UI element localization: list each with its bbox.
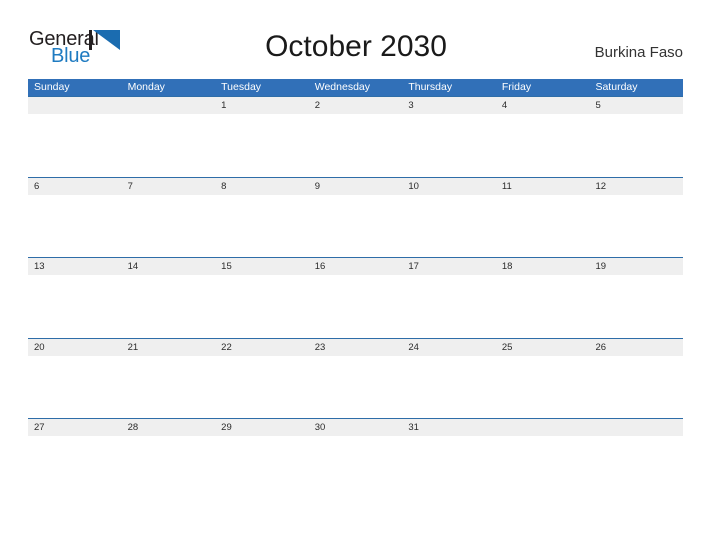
- day-event-area[interactable]: [309, 275, 403, 338]
- day-number[interactable]: 27: [28, 419, 122, 436]
- calendar-table: Sunday Monday Tuesday Wednesday Thursday…: [28, 79, 683, 499]
- week-date-strip: 13 14 15 16 17 18 19: [28, 258, 683, 275]
- day-event-area[interactable]: [309, 114, 403, 177]
- day-number[interactable]: [122, 97, 216, 114]
- week-row: 1 2 3 4 5: [28, 96, 683, 177]
- day-event-area[interactable]: [309, 195, 403, 258]
- day-event-area[interactable]: [309, 436, 403, 499]
- day-event-area[interactable]: [589, 275, 683, 338]
- day-number[interactable]: 18: [496, 258, 590, 275]
- weekday-header-saturday: Saturday: [595, 81, 638, 93]
- day-number[interactable]: 21: [122, 339, 216, 356]
- country-label: Burkina Faso: [594, 44, 683, 61]
- day-number[interactable]: 3: [402, 97, 496, 114]
- weekday-header-sunday: Sunday: [34, 81, 70, 93]
- day-number[interactable]: 23: [309, 339, 403, 356]
- day-number[interactable]: 30: [309, 419, 403, 436]
- weekday-header-friday: Friday: [501, 81, 532, 93]
- day-event-area[interactable]: [215, 436, 309, 499]
- weekday-header-tuesday: Tuesday: [221, 81, 262, 93]
- day-event-area[interactable]: [122, 195, 216, 258]
- day-number[interactable]: 24: [402, 339, 496, 356]
- day-event-area[interactable]: [28, 114, 122, 177]
- day-event-area[interactable]: [402, 195, 496, 258]
- day-event-area[interactable]: [496, 436, 590, 499]
- day-number[interactable]: [589, 419, 683, 436]
- week-body: [28, 436, 683, 499]
- day-number[interactable]: 25: [496, 339, 590, 356]
- page-header: General Blue October 2030 Burkina Faso: [0, 0, 712, 66]
- week-date-strip: 6 7 8 9 10 11 12: [28, 177, 683, 195]
- day-number[interactable]: 6: [28, 178, 122, 195]
- day-number[interactable]: 14: [122, 258, 216, 275]
- week-date-strip: 20 21 22 23 24 25 26: [28, 338, 683, 356]
- day-number[interactable]: 31: [402, 419, 496, 436]
- day-number[interactable]: [28, 97, 122, 114]
- week-row: 6 7 8 9 10 11 12: [28, 176, 683, 258]
- weekday-header-wednesday: Wednesday: [314, 81, 370, 93]
- day-event-area[interactable]: [589, 436, 683, 499]
- day-event-area[interactable]: [122, 114, 216, 177]
- day-event-area[interactable]: [496, 195, 590, 258]
- day-number[interactable]: 16: [309, 258, 403, 275]
- week-row: 13 14 15 16 17 18 19: [28, 257, 683, 338]
- day-event-area[interactable]: [589, 195, 683, 258]
- day-event-area[interactable]: [28, 356, 122, 419]
- day-number[interactable]: 15: [215, 258, 309, 275]
- day-event-area[interactable]: [402, 275, 496, 338]
- day-number[interactable]: [496, 419, 590, 436]
- day-event-area[interactable]: [215, 275, 309, 338]
- day-number[interactable]: 26: [589, 339, 683, 356]
- day-event-area[interactable]: [402, 356, 496, 419]
- day-event-area[interactable]: [402, 114, 496, 177]
- day-event-area[interactable]: [28, 195, 122, 258]
- day-number[interactable]: 11: [496, 178, 590, 195]
- week-date-strip: 1 2 3 4 5: [28, 97, 683, 114]
- weekday-header-monday: Monday: [127, 81, 165, 93]
- week-body: [28, 194, 683, 258]
- day-number[interactable]: 4: [496, 97, 590, 114]
- day-number[interactable]: 20: [28, 339, 122, 356]
- week-row: 20 21 22 23 24 25 26: [28, 337, 683, 419]
- day-event-area[interactable]: [496, 356, 590, 419]
- day-event-area[interactable]: [496, 275, 590, 338]
- week-body: [28, 275, 683, 338]
- day-number[interactable]: 17: [402, 258, 496, 275]
- day-number[interactable]: 13: [28, 258, 122, 275]
- day-event-area[interactable]: [122, 275, 216, 338]
- day-number[interactable]: 8: [215, 178, 309, 195]
- day-event-area[interactable]: [28, 275, 122, 338]
- day-number[interactable]: 7: [122, 178, 216, 195]
- week-date-strip: 27 28 29 30 31: [28, 419, 683, 436]
- day-number[interactable]: 19: [589, 258, 683, 275]
- day-event-area[interactable]: [402, 436, 496, 499]
- day-event-area[interactable]: [309, 356, 403, 419]
- day-number[interactable]: 2: [309, 97, 403, 114]
- week-row: 27 28 29 30 31: [28, 418, 683, 499]
- week-body: [28, 114, 683, 177]
- day-event-area[interactable]: [122, 436, 216, 499]
- day-number[interactable]: 5: [589, 97, 683, 114]
- day-number[interactable]: 10: [402, 178, 496, 195]
- day-event-area[interactable]: [28, 436, 122, 499]
- day-event-area[interactable]: [215, 356, 309, 419]
- weekday-header-thursday: Thursday: [408, 81, 453, 93]
- day-number[interactable]: 22: [215, 339, 309, 356]
- calendar-page: General Blue October 2030 Burkina Faso S…: [0, 0, 712, 550]
- day-event-area[interactable]: [122, 356, 216, 419]
- day-number[interactable]: 12: [589, 178, 683, 195]
- day-number[interactable]: 1: [215, 97, 309, 114]
- day-number[interactable]: 28: [122, 419, 216, 436]
- day-event-area[interactable]: [589, 114, 683, 177]
- day-event-area[interactable]: [215, 114, 309, 177]
- day-number[interactable]: 29: [215, 419, 309, 436]
- day-event-area[interactable]: [589, 356, 683, 419]
- day-event-area[interactable]: [215, 195, 309, 258]
- day-event-area[interactable]: [496, 114, 590, 177]
- week-body: [28, 355, 683, 419]
- day-number[interactable]: 9: [309, 178, 403, 195]
- weekday-header-row: Sunday Monday Tuesday Wednesday Thursday…: [28, 79, 683, 96]
